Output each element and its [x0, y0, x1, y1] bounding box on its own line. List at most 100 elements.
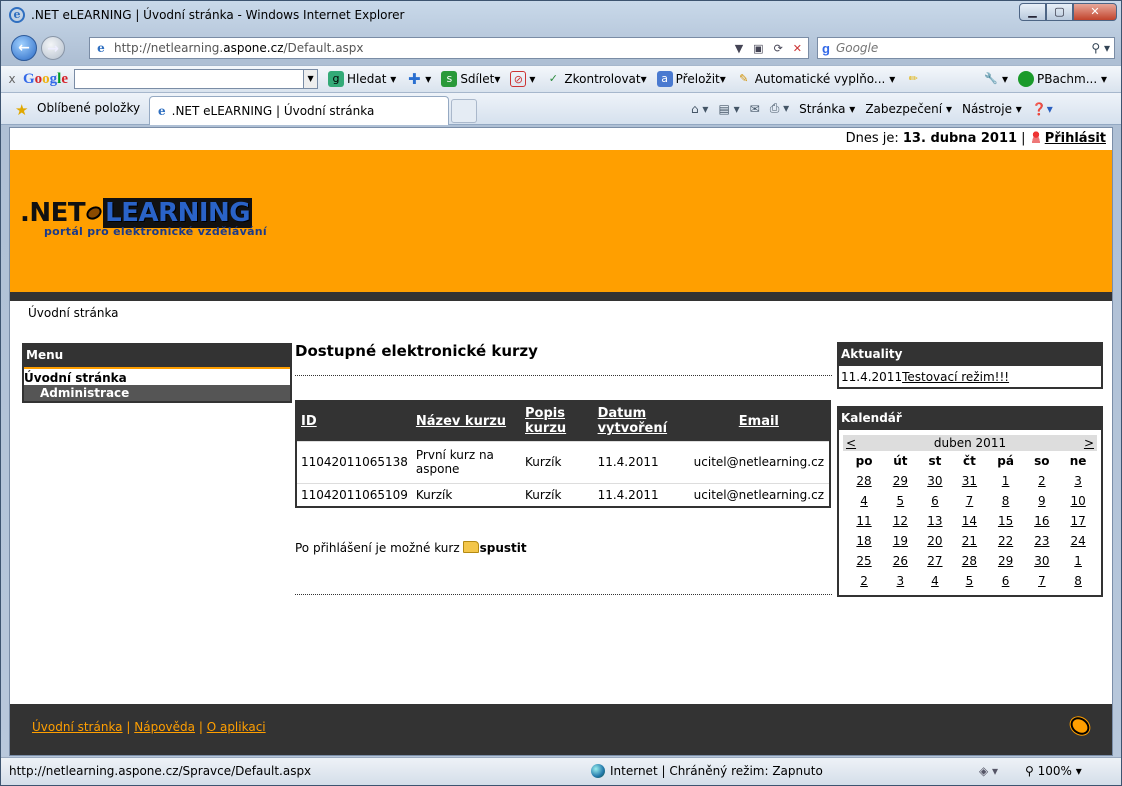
back-button[interactable]: ← — [11, 35, 37, 61]
mail-icon[interactable]: ✉ — [750, 102, 760, 116]
refresh-icon[interactable]: ⟳ — [774, 42, 783, 55]
share-button[interactable]: s Sdílet ▾ — [441, 71, 500, 87]
calendar-day[interactable]: 3 — [883, 571, 918, 591]
calendar-day[interactable]: 8 — [1059, 571, 1097, 591]
dropdown-icon[interactable]: ▼ — [303, 70, 318, 88]
search-box[interactable]: g ⚲ ▾ — [817, 37, 1115, 59]
calendar-day[interactable]: 12 — [883, 511, 918, 531]
close-toolbar-icon[interactable]: x — [1, 72, 23, 86]
calendar-day[interactable]: 11 — [845, 511, 883, 531]
calendar-day[interactable]: 30 — [1024, 551, 1059, 571]
side-menu: Menu Úvodní stránka Administrace — [22, 343, 292, 403]
search-input[interactable] — [835, 41, 1066, 55]
col-id[interactable]: ID — [296, 401, 412, 441]
calendar-day[interactable]: 28 — [952, 551, 987, 571]
calendar-day[interactable]: 26 — [883, 551, 918, 571]
highlight-button[interactable]: ✏ — [905, 71, 924, 87]
favorites-button[interactable]: Oblíbené položky — [37, 101, 140, 115]
account-button[interactable]: PBachm... ▾ — [1017, 71, 1107, 87]
calendar-day[interactable]: 27 — [918, 551, 953, 571]
calendar-day[interactable]: 17 — [1059, 511, 1097, 531]
calendar-day[interactable]: 16 — [1024, 511, 1059, 531]
settings-button[interactable]: 🔧 ▾ — [983, 71, 1008, 87]
search-icon[interactable]: ⚲ ▾ — [1091, 41, 1110, 55]
cell-date: 11.4.2011 — [593, 440, 690, 483]
calendar-day[interactable]: 10 — [1059, 491, 1097, 511]
calendar-day[interactable]: 31 — [952, 471, 987, 491]
calendar-day[interactable]: 22 — [987, 531, 1025, 551]
zoom-control[interactable]: ⚲ 100% ▾ — [1025, 764, 1082, 778]
calendar-day[interactable]: 25 — [845, 551, 883, 571]
cell-date: 11.4.2011 — [593, 482, 690, 507]
calendar-day[interactable]: 18 — [845, 531, 883, 551]
news-link[interactable]: Testovací režim!!! — [902, 370, 1009, 384]
calendar-day[interactable]: 6 — [987, 571, 1025, 591]
calendar-day[interactable]: 5 — [952, 571, 987, 591]
compat-icon[interactable]: ▣ — [753, 42, 763, 55]
next-month-link[interactable]: > — [1084, 436, 1094, 450]
col-date[interactable]: Datum vytvoření — [593, 401, 690, 441]
calendar-day[interactable]: 29 — [883, 471, 918, 491]
print-icon[interactable]: ⎙ ▾ — [770, 101, 789, 116]
forward-button[interactable]: → — [41, 36, 65, 60]
calendar-day[interactable]: 23 — [1024, 531, 1059, 551]
calendar-week-row: 25 26 27 28 29 30 1 — [845, 551, 1097, 571]
popup-blocker-button[interactable]: ⊘ ▾ — [510, 71, 535, 87]
calendar-day[interactable]: 9 — [1024, 491, 1059, 511]
autofill-button[interactable]: ✎ Automatické vyplňo... ▾ — [736, 71, 895, 87]
footer-link-home[interactable]: Úvodní stránka — [32, 720, 123, 734]
add-button[interactable]: ✚ ▾ — [406, 71, 431, 87]
col-name[interactable]: Název kurzu — [411, 401, 522, 441]
col-desc[interactable]: Popis kurzu — [521, 401, 594, 441]
calendar-day[interactable]: 13 — [918, 511, 953, 531]
prev-month-link[interactable]: < — [846, 436, 856, 450]
stop-icon[interactable]: ✕ — [793, 42, 802, 55]
dropdown-icon[interactable]: ▼ — [735, 42, 743, 55]
calendar-day[interactable]: 7 — [952, 491, 987, 511]
col-email[interactable]: Email — [689, 401, 830, 441]
close-button[interactable]: ✕ — [1073, 3, 1117, 21]
spellcheck-button[interactable]: ✓ Zkontrolovat ▾ — [545, 71, 647, 87]
login-link[interactable]: Přihlásit — [1045, 131, 1106, 146]
calendar-day[interactable]: 5 — [883, 491, 918, 511]
calendar-day[interactable]: 4 — [918, 571, 953, 591]
google-search-button[interactable]: g Hledat ▾ — [328, 71, 396, 87]
translate-button[interactable]: a Přeložit ▾ — [656, 71, 726, 87]
calendar-day[interactable]: 30 — [918, 471, 953, 491]
calendar-day[interactable]: 6 — [918, 491, 953, 511]
calendar-day[interactable]: 21 — [952, 531, 987, 551]
calendar-day[interactable]: 2 — [845, 571, 883, 591]
menu-item-home[interactable]: Úvodní stránka — [24, 369, 290, 385]
calendar-day[interactable]: 1 — [1059, 551, 1097, 571]
rss-icon[interactable]: ▤ ▾ — [718, 102, 739, 116]
calendar-day[interactable]: 28 — [845, 471, 883, 491]
calendar-day[interactable]: 20 — [918, 531, 953, 551]
protected-mode-icon[interactable]: ◈ ▾ — [979, 764, 998, 778]
tools-menu[interactable]: Nástroje ▾ — [962, 102, 1022, 116]
footer-link-help[interactable]: Nápověda — [134, 720, 195, 734]
calendar-day[interactable]: 2 — [1024, 471, 1059, 491]
calendar-day[interactable]: 1 — [987, 471, 1025, 491]
maximize-button[interactable]: ▢ — [1046, 3, 1073, 21]
address-bar[interactable]: e http://netlearning.aspone.cz/Default.a… — [89, 37, 809, 59]
calendar-day[interactable]: 4 — [845, 491, 883, 511]
google-search-input[interactable]: ▼ — [74, 69, 319, 89]
calendar-day[interactable]: 8 — [987, 491, 1025, 511]
active-tab[interactable]: e .NET eLEARNING | Úvodní stránka — [149, 96, 449, 125]
menu-item-admin[interactable]: Administrace — [24, 385, 290, 401]
calendar-day[interactable]: 14 — [952, 511, 987, 531]
footer-link-about[interactable]: O aplikaci — [207, 720, 266, 734]
home-icon[interactable]: ⌂ ▾ — [691, 102, 708, 116]
launch-link[interactable]: spustit — [480, 541, 527, 555]
new-tab-button[interactable] — [451, 99, 477, 123]
minimize-button[interactable]: ▁ — [1019, 3, 1046, 21]
calendar-day[interactable]: 7 — [1024, 571, 1059, 591]
calendar-day[interactable]: 19 — [883, 531, 918, 551]
calendar-day[interactable]: 24 — [1059, 531, 1097, 551]
help-icon[interactable]: ❓▾ — [1032, 102, 1053, 116]
page-menu[interactable]: Stránka ▾ — [799, 102, 855, 116]
calendar-day[interactable]: 3 — [1059, 471, 1097, 491]
calendar-day[interactable]: 29 — [987, 551, 1025, 571]
security-menu[interactable]: Zabezpečení ▾ — [865, 102, 952, 116]
calendar-day[interactable]: 15 — [987, 511, 1025, 531]
